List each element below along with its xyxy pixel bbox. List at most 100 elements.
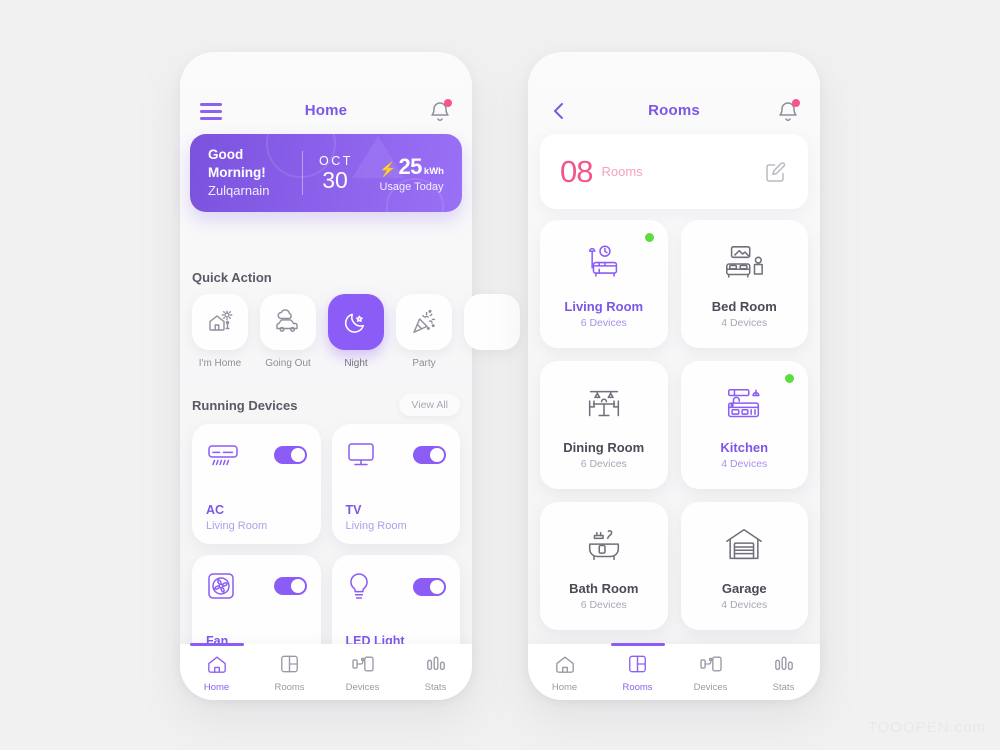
user-name: Zulqarnain xyxy=(208,183,270,199)
greeting-block: Good Morning! Zulqarnain xyxy=(190,146,302,200)
tab-label: Rooms xyxy=(274,681,305,693)
device-room: Living Room xyxy=(345,520,407,532)
quick-action-going-out[interactable]: Going Out xyxy=(260,294,316,369)
stats-bars-icon xyxy=(774,656,793,670)
room-name: Bed Room xyxy=(711,299,777,314)
tab-label: Stats xyxy=(424,681,447,693)
usage-value: 25 xyxy=(398,153,422,179)
tab-devices[interactable]: Devices xyxy=(674,652,747,693)
room-name: Bath Room xyxy=(569,581,639,596)
rooms-grid-icon xyxy=(281,655,298,672)
device-name: AC xyxy=(206,503,225,517)
device-name: TV xyxy=(345,503,362,517)
television-icon xyxy=(347,443,374,466)
quick-action-more[interactable] xyxy=(464,294,520,369)
room-device-count: 6 Devices xyxy=(580,458,627,470)
party-popper-icon xyxy=(413,309,436,333)
device-card-ac[interactable]: AC Living Room xyxy=(192,424,321,544)
sofa-lamp-icon xyxy=(588,245,617,277)
light-bulb-icon xyxy=(349,573,368,599)
room-name: Kitchen xyxy=(720,440,769,455)
quick-action-tile[interactable] xyxy=(464,294,520,350)
tab-label: Rooms xyxy=(622,681,653,693)
quick-action-tile[interactable] xyxy=(328,294,384,350)
date-block: OCT 30 xyxy=(303,154,367,192)
room-card-bed-room[interactable]: Bed Room 4 Devices xyxy=(680,220,808,348)
greeting-banner: Good Morning! Zulqarnain OCT 30 ⚡ 25 kWh… xyxy=(190,134,462,212)
device-toggle[interactable] xyxy=(413,446,446,464)
tab-label: Home xyxy=(203,681,230,693)
rooms-count-label: Rooms xyxy=(601,164,643,179)
quick-action-im-home[interactable]: I'm Home xyxy=(192,294,248,369)
tab-devices[interactable]: Devices xyxy=(326,652,399,693)
room-icon-wrap xyxy=(719,239,769,289)
stats-bars-icon xyxy=(426,656,445,670)
screenshot-stage: Home Good Morning! Zulqarnain OCT 30 ⚡ 2… xyxy=(0,0,1000,750)
rooms-top-bar: Rooms xyxy=(528,94,820,128)
notification-bell-icon[interactable] xyxy=(428,98,452,124)
home-bottom-nav: Home Rooms Devices Stats xyxy=(180,642,472,700)
garage-icon xyxy=(726,529,763,560)
room-device-count: 4 Devices xyxy=(721,317,768,329)
device-toggle[interactable] xyxy=(413,577,446,596)
moon-star-icon xyxy=(344,313,364,333)
quick-action-label: Party xyxy=(412,358,436,369)
room-card-bath-room[interactable]: Bath Room 6 Devices xyxy=(540,502,668,630)
home-icon xyxy=(555,656,574,673)
usage-block: ⚡ 25 kWh Usage Today xyxy=(367,154,462,193)
active-tab-indicator xyxy=(189,642,244,646)
room-name: Living Room xyxy=(564,299,644,314)
rooms-count-value: 08 xyxy=(560,153,593,189)
house-sun-icon xyxy=(209,310,233,331)
tab-rooms[interactable]: Rooms xyxy=(601,642,674,693)
tab-rooms[interactable]: Rooms xyxy=(253,652,326,693)
date-day: 30 xyxy=(322,166,348,193)
tab-home[interactable]: Home xyxy=(180,642,253,693)
bed-icon xyxy=(726,246,764,278)
room-status-indicator xyxy=(785,374,794,383)
room-device-count: 4 Devices xyxy=(721,458,768,470)
room-card-garage[interactable]: Garage 4 Devices xyxy=(680,502,808,630)
device-card-tv[interactable]: TV Living Room xyxy=(331,424,460,544)
ceiling-fan-icon xyxy=(208,573,234,599)
quick-action-tile[interactable] xyxy=(396,294,452,350)
edit-pencil-icon[interactable] xyxy=(764,160,788,184)
room-card-kitchen[interactable]: Kitchen 4 Devices xyxy=(680,361,808,489)
room-icon-wrap xyxy=(720,380,768,430)
active-tab-indicator xyxy=(610,642,665,646)
quick-action-night[interactable]: Night xyxy=(328,294,384,369)
tab-label: Devices xyxy=(693,681,728,693)
room-name: Garage xyxy=(721,581,767,596)
tab-stats[interactable]: Stats xyxy=(747,652,820,693)
tab-stats[interactable]: Stats xyxy=(399,652,472,693)
device-toggle[interactable] xyxy=(273,577,307,595)
bathtub-icon xyxy=(588,530,619,561)
view-all-button[interactable]: View All xyxy=(399,394,460,416)
tab-label: Devices xyxy=(345,681,380,693)
tab-label: Stats xyxy=(772,681,795,693)
room-card-living-room[interactable]: Living Room 6 Devices xyxy=(540,220,668,348)
phone-rooms-screen: Rooms 08 Rooms Living Room 6 Devices Bed… xyxy=(528,52,820,700)
room-status-indicator xyxy=(644,233,654,242)
notification-bell-icon[interactable] xyxy=(776,98,800,124)
usage-label: Usage Today xyxy=(379,180,444,193)
tab-home[interactable]: Home xyxy=(528,652,601,693)
quick-action-header: Quick Action xyxy=(192,270,460,285)
chevron-left-icon[interactable] xyxy=(548,100,570,122)
room-card-dining-room[interactable]: Dining Room 6 Devices xyxy=(540,361,668,489)
quick-action-party[interactable]: Party xyxy=(396,294,452,369)
watermark: TOOOPEN.com xyxy=(867,719,986,736)
kitchen-icon xyxy=(728,388,760,418)
room-icon-wrap xyxy=(580,380,628,430)
device-toggle[interactable] xyxy=(273,446,307,464)
home-icon xyxy=(207,656,226,673)
quick-action-label: Night xyxy=(344,358,368,369)
date-month: OCT xyxy=(319,153,353,168)
quick-action-tile[interactable] xyxy=(260,294,316,350)
room-icon-wrap xyxy=(580,239,628,289)
notification-badge xyxy=(444,99,452,107)
hamburger-menu-icon[interactable] xyxy=(200,102,222,120)
quick-action-tile[interactable] xyxy=(192,294,248,350)
quick-action-label: I'm Home xyxy=(198,358,242,369)
quick-action-title: Quick Action xyxy=(192,270,272,285)
